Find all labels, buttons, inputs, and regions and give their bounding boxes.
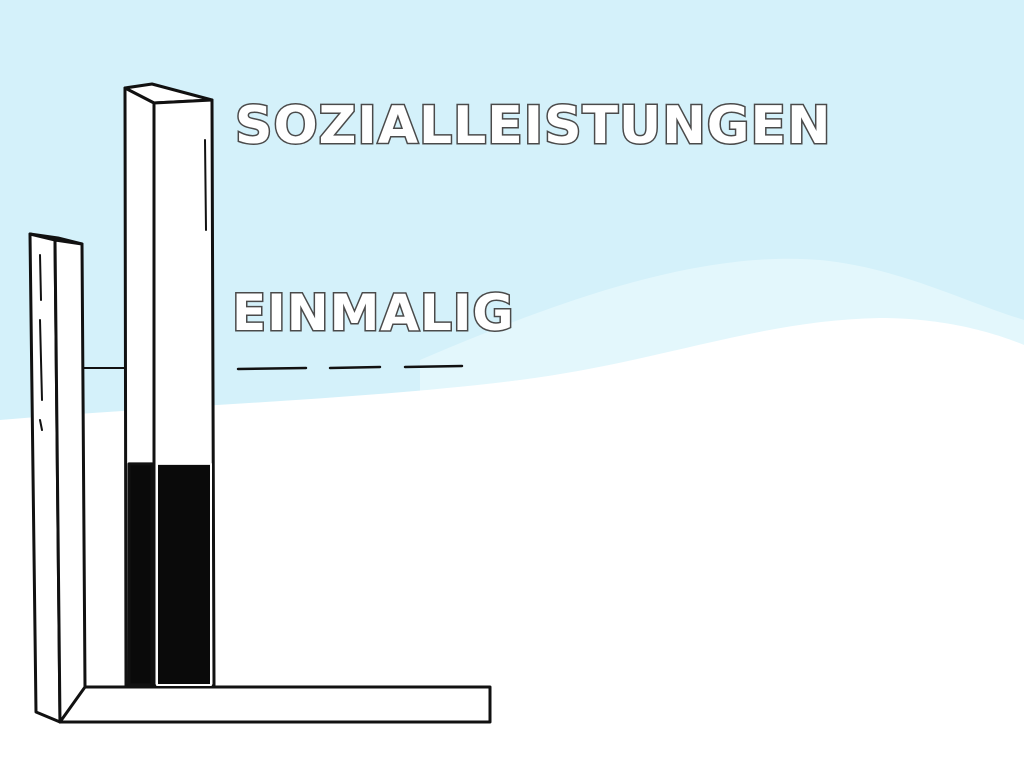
illustration: SOZIALLEISTUNGEN EINMALIG: [0, 0, 1024, 768]
axis-pillar-side: [53, 238, 87, 724]
title-label: SOZIALLEISTUNGEN: [235, 96, 831, 156]
bar-fill-side: [127, 462, 154, 687]
bar-sketch-line: [204, 139, 207, 231]
bar-fill-front: [156, 462, 212, 686]
level-label: EINMALIG: [232, 284, 515, 342]
base-front: [58, 685, 492, 724]
